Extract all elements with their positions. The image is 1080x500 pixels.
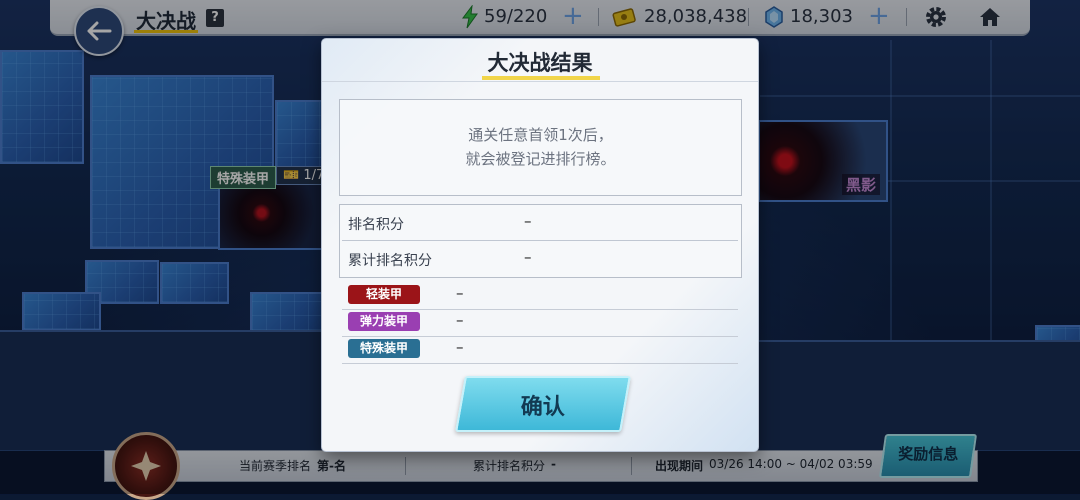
score-value: –: [524, 212, 532, 230]
confirm-button[interactable]: 确认: [455, 376, 631, 432]
notice-line-2: 就会被登记进排行榜。: [465, 150, 616, 168]
score-label: 累计排名积分: [348, 253, 432, 269]
armor-chip-elastic: 弹力装甲: [348, 312, 420, 331]
armor-value: –: [456, 284, 464, 302]
armor-chip-light: 轻装甲: [348, 285, 420, 304]
confirm-label: 确认: [520, 395, 565, 420]
armor-value: –: [456, 311, 464, 329]
score-value: –: [524, 248, 532, 266]
armor-row-light: 轻装甲 –: [342, 282, 738, 310]
notice-line-1: 通关任意首领1次后，: [468, 126, 613, 144]
dialog-header-divider: [322, 81, 758, 82]
score-row: 累计排名积分 –: [340, 241, 741, 277]
dialog-title: 大决战结果: [487, 51, 593, 75]
score-table: 排名积分 – 累计排名积分 –: [339, 204, 742, 278]
dialog-title-underline: [482, 76, 600, 80]
armor-value: –: [456, 338, 464, 356]
score-label: 排名积分: [348, 217, 404, 233]
score-row: 排名积分 –: [340, 205, 741, 241]
armor-row-elastic: 弹力装甲 –: [342, 309, 738, 337]
armor-row-special: 特殊装甲 –: [342, 336, 738, 364]
armor-chip-special: 特殊装甲: [348, 339, 420, 358]
ranking-notice: 通关任意首领1次后， 就会被登记进排行榜。: [339, 99, 742, 196]
result-dialog: 大决战结果 通关任意首领1次后， 就会被登记进排行榜。 排名积分 – 累计排名积…: [322, 39, 758, 451]
